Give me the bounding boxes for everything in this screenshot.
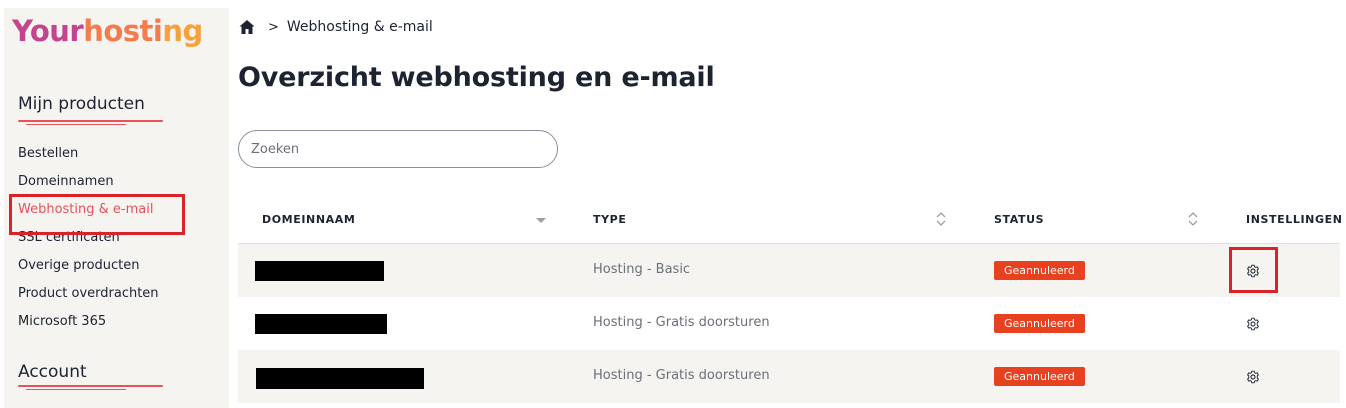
- sort-desc-icon[interactable]: [535, 211, 547, 227]
- gear-icon[interactable]: [1246, 370, 1260, 384]
- hosting-table: DOMEINNAAM TYPE STATUS INSTELLINGEN Host…: [238, 194, 1343, 403]
- sidebar-nav: Bestellen Domeinnamen Webhosting & e-mai…: [18, 145, 159, 341]
- section-underline: [18, 385, 163, 387]
- logo-text-part2: hosti: [83, 14, 163, 48]
- home-icon[interactable]: [238, 18, 256, 36]
- sort-icon[interactable]: [1187, 211, 1199, 227]
- cell-type: Hosting - Gratis doorsturen: [593, 315, 770, 330]
- column-header-status[interactable]: STATUS: [994, 213, 1044, 226]
- sidebar-item-bestellen[interactable]: Bestellen: [18, 145, 159, 173]
- search-input[interactable]: [238, 130, 558, 168]
- cell-type: Hosting - Gratis doorsturen: [593, 368, 770, 383]
- gear-highlight-box: [1229, 247, 1278, 293]
- table-header: DOMEINNAAM TYPE STATUS INSTELLINGEN: [238, 194, 1343, 244]
- redacted-domain: [255, 314, 387, 334]
- active-item-highlight-box: [9, 194, 185, 235]
- yourhosting-logo[interactable]: Yourhosting: [12, 14, 203, 48]
- breadcrumb-current: Webhosting & e-mail: [286, 19, 433, 35]
- section-underline-thin: [26, 389, 126, 390]
- sidebar-item-microsoft365[interactable]: Microsoft 365: [18, 313, 159, 341]
- section-title-account[interactable]: Account: [18, 362, 87, 382]
- sidebar-item-overige[interactable]: Overige producten: [18, 257, 159, 285]
- column-header-settings: INSTELLINGEN: [1246, 213, 1343, 226]
- section-underline-thin: [26, 124, 126, 125]
- section-underline: [18, 120, 163, 122]
- redacted-domain: [256, 368, 424, 389]
- sort-icon[interactable]: [935, 211, 947, 227]
- status-badge: Geannuleerd: [994, 367, 1085, 386]
- gear-icon[interactable]: [1246, 317, 1260, 331]
- table-row: Hosting - Gratis doorsturen Geannuleerd: [238, 297, 1340, 350]
- breadcrumb: > Webhosting & e-mail: [238, 18, 433, 36]
- logo-text-part3: ng: [162, 14, 203, 48]
- table-row: Hosting - Gratis doorsturen Geannuleerd: [238, 350, 1340, 403]
- chevron-right-icon: >: [268, 19, 279, 35]
- status-badge: Geannuleerd: [994, 261, 1085, 280]
- column-header-type[interactable]: TYPE: [593, 213, 626, 226]
- table-row: Hosting - Basic Geannuleerd: [238, 244, 1340, 297]
- section-title-products: Mijn producten: [18, 94, 145, 114]
- sidebar: Yourhosting Mijn producten Bestellen Dom…: [4, 8, 229, 408]
- sidebar-item-overdrachten[interactable]: Product overdrachten: [18, 285, 159, 313]
- logo-text-part1: Your: [12, 14, 84, 48]
- cell-type: Hosting - Basic: [593, 262, 691, 277]
- column-header-domain[interactable]: DOMEINNAAM: [262, 213, 355, 226]
- redacted-domain: [255, 261, 384, 281]
- page-title: Overzicht webhosting en e-mail: [238, 62, 715, 93]
- status-badge: Geannuleerd: [994, 314, 1085, 333]
